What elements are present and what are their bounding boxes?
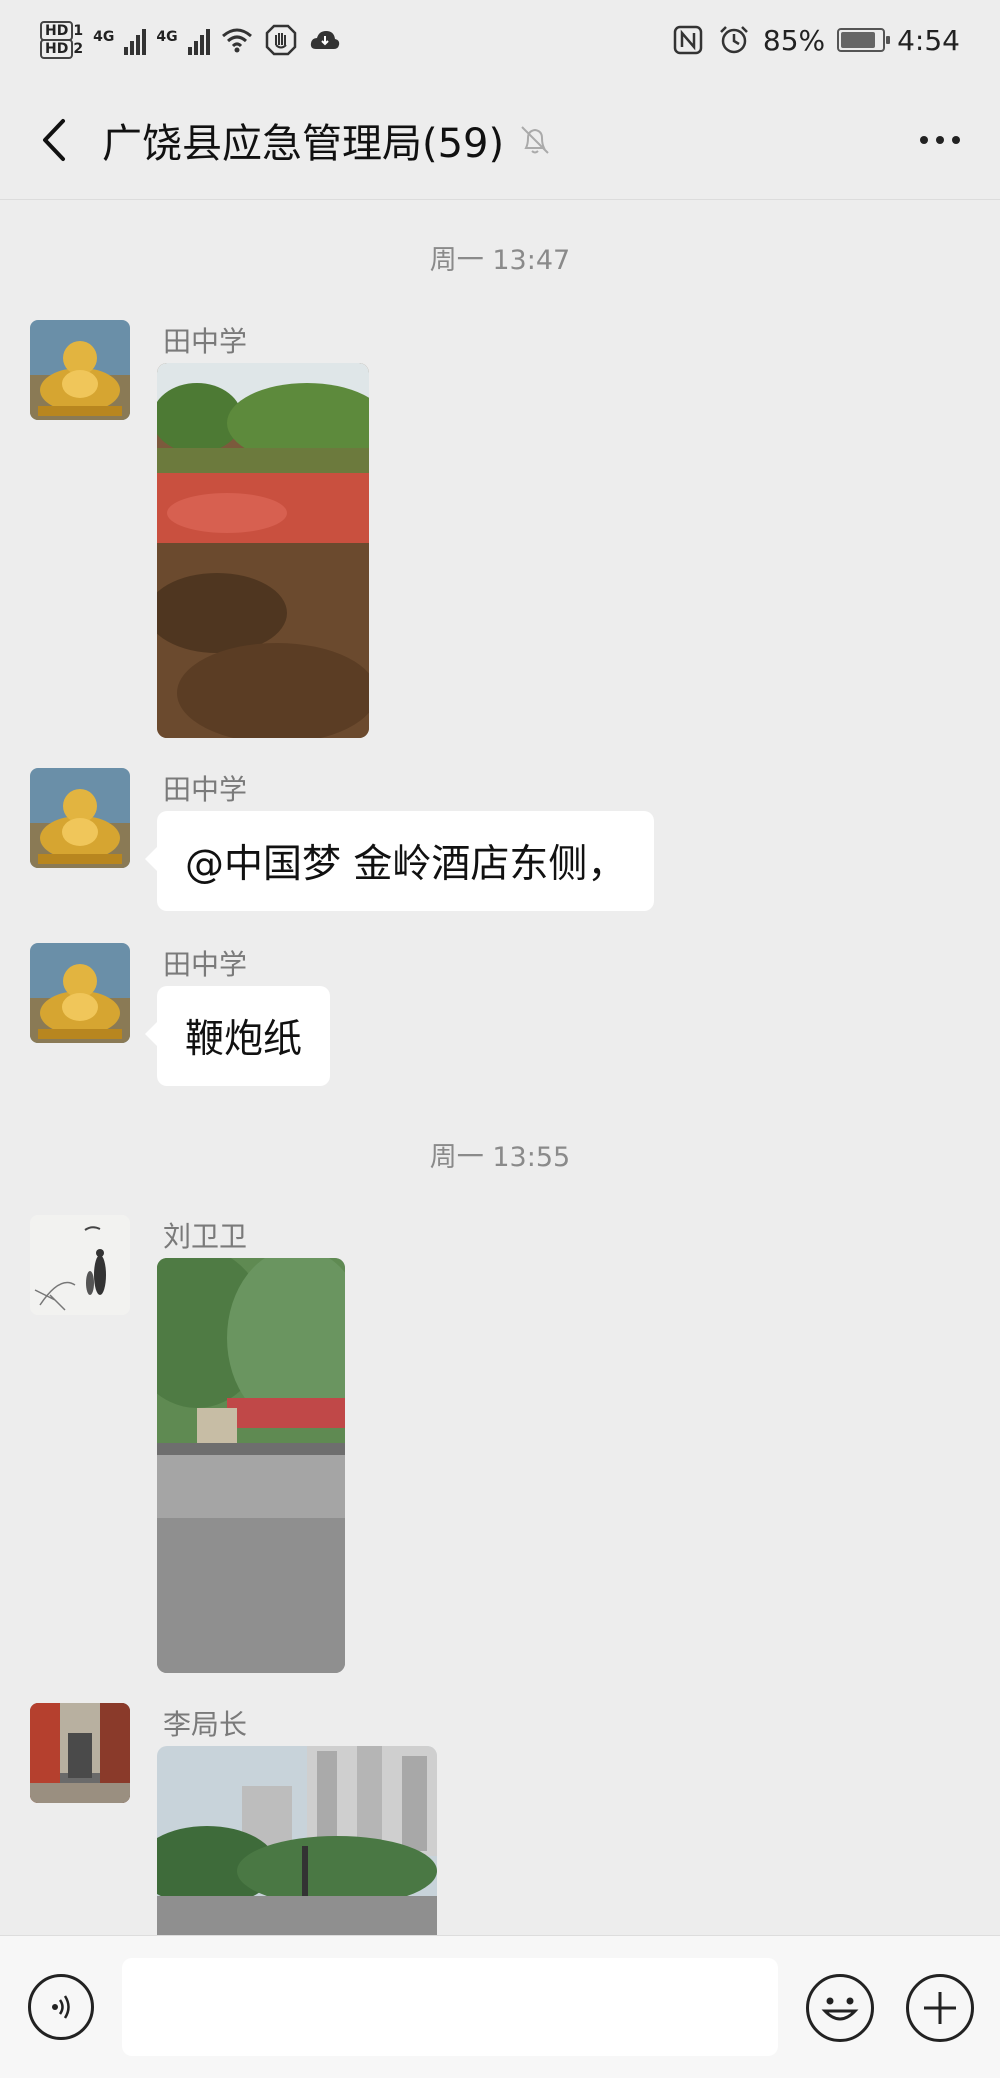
text-bubble[interactable]: @中国梦 金岭酒店东侧， — [144, 811, 655, 911]
message-list[interactable]: 周一 13:47 田中学 田中学 @中国梦 金岭酒店东侧， 田中学 鞭炮纸 周一… — [0, 200, 1000, 1935]
timestamp-separator: 周一 13:47 — [429, 245, 571, 276]
clock: 4:54 — [897, 23, 960, 57]
avatar[interactable] — [30, 1215, 130, 1315]
voice-button[interactable] — [28, 1974, 94, 2040]
image-message[interactable] — [157, 1746, 437, 1935]
message-input[interactable] — [122, 1958, 778, 2056]
cloud-icon — [310, 31, 339, 49]
hand-icon — [265, 24, 296, 56]
photo-roadside-trees — [157, 1258, 345, 1673]
emoji-button[interactable] — [806, 1974, 874, 2042]
more-button[interactable] — [910, 120, 970, 160]
sender-name: 李局长 — [163, 1708, 248, 1741]
alley-avatar-image — [30, 1703, 130, 1803]
nfc-icon — [673, 25, 703, 55]
ink-painting-avatar-image — [30, 1215, 130, 1315]
wifi-icon — [221, 28, 252, 53]
bell-off-icon — [521, 125, 549, 154]
more-functions-button[interactable] — [906, 1974, 974, 2042]
buddha-avatar-image — [30, 943, 130, 1043]
alarm-icon — [719, 26, 748, 54]
sender-name: 田中学 — [163, 325, 248, 358]
sender-name: 田中学 — [163, 773, 248, 806]
photo-red-debris — [157, 363, 369, 738]
image-message[interactable] — [157, 1258, 345, 1673]
photo-city-buildings — [157, 1746, 437, 1935]
hd-indicator: HD 1 HD 2 — [40, 21, 83, 59]
battery-fill — [841, 32, 876, 48]
battery-icon — [837, 28, 891, 52]
plus-icon — [924, 1992, 956, 2024]
input-bar — [0, 1935, 1000, 2078]
signal-icon-2 — [187, 25, 210, 55]
signal-icon — [124, 25, 147, 55]
sender-name: 田中学 — [163, 948, 248, 981]
chevron-left-icon — [43, 118, 65, 161]
voice-icon — [52, 1995, 70, 2019]
avatar[interactable] — [30, 320, 130, 420]
text-bubble[interactable]: 鞭炮纸 — [144, 986, 331, 1086]
emoji-icon — [821, 1997, 859, 2021]
more-icon — [920, 135, 928, 144]
avatar[interactable] — [30, 1703, 130, 1803]
chat-header: 广饶县应急管理局(59) — [0, 80, 1000, 200]
battery-percent: 85% — [762, 23, 826, 57]
timestamp-separator: 周一 13:55 — [429, 1142, 571, 1173]
status-bar: HD 1 HD 2 4G 4G 85% 4:54 — [0, 0, 1000, 80]
buddha-avatar-image — [30, 768, 130, 868]
image-message[interactable] — [157, 363, 369, 738]
network-type-1: 4G — [93, 29, 115, 45]
sender-name: 刘卫卫 — [163, 1220, 248, 1253]
chat-title: 广饶县应急管理局(59) — [102, 120, 505, 167]
avatar[interactable] — [30, 768, 130, 868]
buddha-avatar-image — [30, 320, 130, 420]
network-type-2: 4G — [156, 29, 178, 45]
back-button[interactable] — [30, 115, 80, 165]
avatar[interactable] — [30, 943, 130, 1043]
